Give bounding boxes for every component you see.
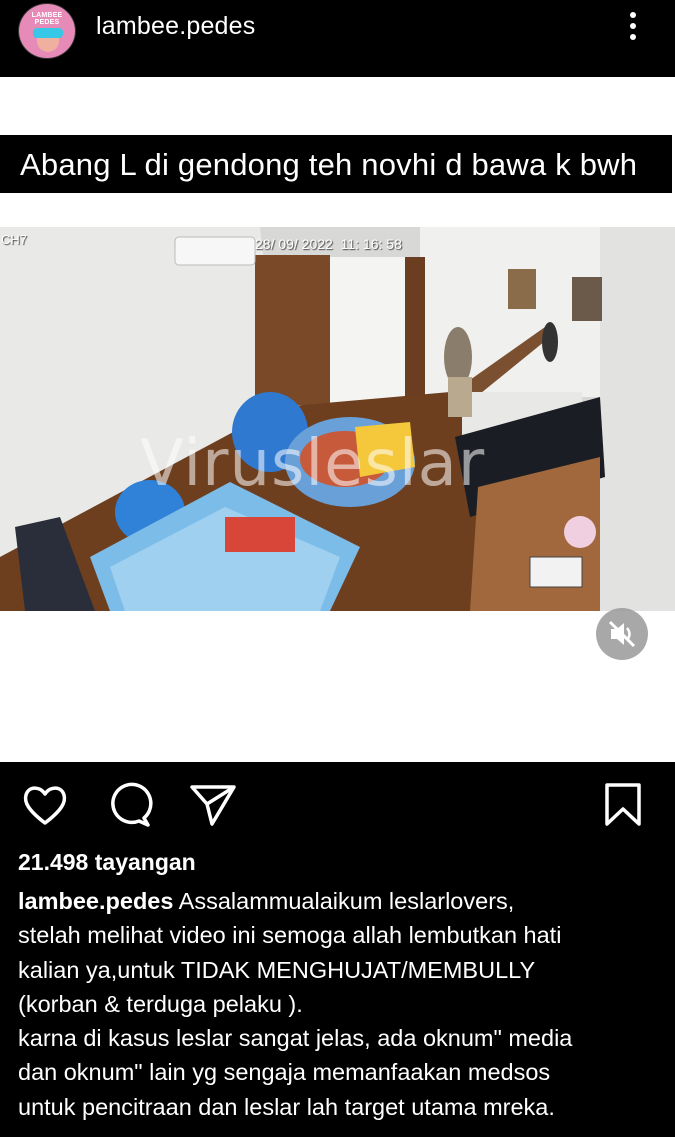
heart-icon[interactable] <box>20 780 70 830</box>
more-options-icon[interactable] <box>623 10 643 46</box>
caption-line: kalian ya,untuk TIDAK MENGHUJAT/MEMBULLY <box>18 956 536 983</box>
caption-overlay-bar: Abang L di gendong teh novhi d bawa k bw… <box>0 135 672 193</box>
post-header: LAMBEE PEDES lambee.pedes <box>0 0 675 76</box>
cctv-timestamp: 28/ 09/ 2022 11: 16: 58 <box>255 236 402 252</box>
cctv-video-frame[interactable]: CH7 28/ 09/ 2022 11: 16: 58 Virusleslar <box>0 227 675 611</box>
bookmark-icon[interactable] <box>598 780 648 830</box>
caption-overlay-text: Abang L di gendong teh novhi d bawa k bw… <box>20 147 638 182</box>
action-bar <box>0 780 675 830</box>
muted-speaker-icon[interactable] <box>596 608 648 660</box>
caption-line: untuk pencitraan dan leslar lah target u… <box>18 1093 555 1120</box>
caption-line: stelah melihat video ini semoga allah le… <box>18 922 562 949</box>
avatar-glasses <box>33 28 63 38</box>
avatar[interactable]: LAMBEE PEDES <box>18 3 76 59</box>
caption-line: (korban & terduga pelaku ). <box>18 990 303 1017</box>
post-caption: lambee.pedes Assalammualaikum leslarlove… <box>18 884 663 1124</box>
send-icon[interactable] <box>188 780 238 830</box>
post-media[interactable]: Abang L di gendong teh novhi d bawa k bw… <box>0 77 675 762</box>
cctv-scene <box>0 227 675 611</box>
comment-icon[interactable] <box>104 780 154 830</box>
avatar-brand-text: LAMBEE PEDES <box>31 12 63 26</box>
cctv-channel-label: CH7 <box>1 232 28 247</box>
caption-line: karna di kasus leslar sangat jelas, ada … <box>18 1025 573 1052</box>
caption-line: Assalammualaikum leslarlovers, <box>178 888 515 914</box>
avatar-face <box>37 38 59 52</box>
caption-line: dan oknum" lain yg sengaja memanfaakan m… <box>18 1059 551 1086</box>
video-watermark: Virusleslar <box>140 427 486 501</box>
view-count[interactable]: 21.498 tayangan <box>18 849 196 876</box>
username[interactable]: lambee.pedes <box>96 12 255 41</box>
caption-author[interactable]: lambee.pedes <box>18 888 173 914</box>
